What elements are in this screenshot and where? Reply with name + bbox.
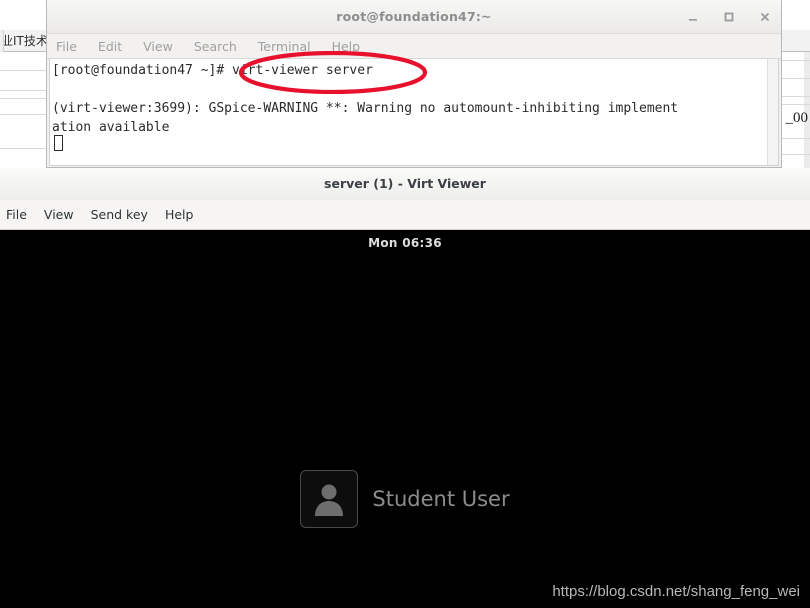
terminal-title: root@foundation47:~: [336, 9, 492, 24]
watermark-text: https://blog.csdn.net/shang_feng_wei: [552, 583, 800, 600]
background-window-left[interactable]: 业IT技术: [0, 30, 46, 168]
terminal-window[interactable]: root@foundation47:~ File Edit View Searc…: [46, 0, 782, 168]
background-left-header-text: 业IT技术: [0, 30, 46, 52]
terminal-menu-help[interactable]: Help: [332, 39, 361, 54]
vv-menu-help[interactable]: Help: [165, 207, 194, 222]
terminal-output-area[interactable]: [root@foundation47 ~]# virt-viewer serve…: [49, 59, 779, 166]
virt-viewer-menubar: File View Send key Help: [0, 200, 810, 230]
terminal-cursor: [54, 135, 63, 151]
virt-viewer-titlebar[interactable]: server (1) - Virt Viewer: [0, 168, 810, 200]
vv-menu-view[interactable]: View: [44, 207, 74, 222]
terminal-menu-view[interactable]: View: [143, 39, 173, 54]
terminal-output-text: [root@foundation47 ~]# virt-viewer serve…: [52, 63, 679, 135]
terminal-menu-file[interactable]: File: [56, 39, 77, 54]
gdm-user-name[interactable]: Student User: [372, 487, 509, 511]
background-right-cell-value: _00: [785, 110, 809, 126]
screen-root: 业IT技术 _00 root@foundation47:~ File Edit …: [0, 0, 810, 608]
terminal-menu-search[interactable]: Search: [194, 39, 237, 54]
close-icon[interactable]: [757, 9, 773, 25]
terminal-titlebar[interactable]: root@foundation47:~: [47, 0, 781, 34]
terminal-menu-edit[interactable]: Edit: [98, 39, 122, 54]
user-avatar-icon[interactable]: [300, 470, 359, 528]
terminal-scrollbar[interactable]: [767, 59, 778, 165]
gdm-user-list: Student User: [0, 470, 810, 528]
gdm-top-bar: Mon 06:36: [0, 230, 810, 256]
terminal-window-controls: [685, 0, 773, 34]
vv-menu-send-key[interactable]: Send key: [91, 207, 148, 222]
terminal-menu-terminal[interactable]: Terminal: [258, 39, 311, 54]
terminal-menubar: File Edit View Search Terminal Help: [47, 34, 781, 59]
guest-vm-display[interactable]: Mon 06:36 Student User Not listed?: [0, 230, 810, 608]
gdm-clock[interactable]: Mon 06:36: [0, 230, 810, 256]
background-left-rows: [0, 52, 46, 168]
vv-menu-file[interactable]: File: [6, 207, 27, 222]
virt-viewer-window[interactable]: server (1) - Virt Viewer File View Send …: [0, 168, 810, 608]
virt-viewer-title: server (1) - Virt Viewer: [324, 176, 486, 191]
maximize-icon[interactable]: [721, 9, 737, 25]
minimize-icon[interactable]: [685, 9, 701, 25]
